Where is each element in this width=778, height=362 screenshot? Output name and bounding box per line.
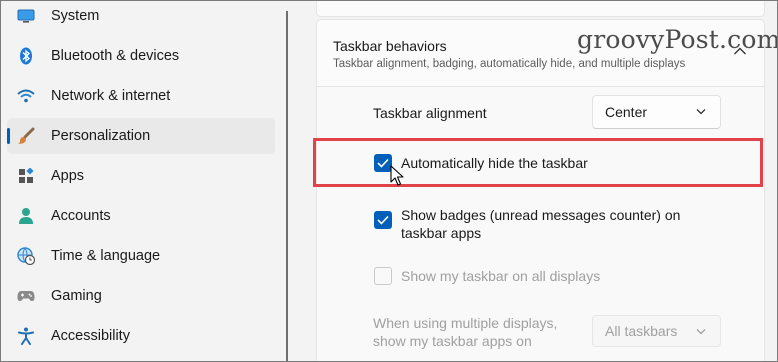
sidebar-item-label: Gaming	[51, 288, 102, 304]
selected-indicator	[7, 128, 10, 144]
sidebar-item-label: Personalization	[51, 128, 151, 144]
chevron-down-icon	[696, 109, 706, 115]
previous-card	[316, 1, 765, 17]
show-badges-label-line2: taskbar apps	[401, 225, 482, 241]
multi-display-label: When using multiple displays,	[373, 315, 558, 331]
sidebar-item-accessibility[interactable]: Accessibility	[7, 318, 275, 354]
sidebar-item-label: Apps	[51, 168, 85, 184]
highlight-box	[313, 138, 763, 187]
sidebar-item-personalization[interactable]: Personalization	[7, 118, 275, 154]
monitor-icon	[17, 7, 35, 25]
taskbar-alignment-dropdown[interactable]: Center	[592, 95, 721, 129]
sidebar-item-label: Time & language	[51, 248, 161, 264]
taskbar-alignment-label: Taskbar alignment	[373, 105, 487, 121]
bluetooth-icon	[17, 47, 35, 65]
wifi-icon	[17, 87, 35, 105]
sidebar-item-label: Bluetooth & devices	[51, 48, 180, 64]
all-displays-label: Show my taskbar on all displays	[401, 268, 601, 284]
paintbrush-icon	[17, 127, 35, 145]
apps-icon	[17, 167, 35, 185]
sidebar-item-apps[interactable]: Apps	[7, 158, 275, 194]
sidebar-item-label: Accessibility	[51, 328, 130, 344]
dropdown-value: All taskbars	[605, 323, 678, 339]
all-displays-checkbox[interactable]	[374, 267, 392, 285]
sidebar-item-bluetooth[interactable]: Bluetooth & devices	[7, 38, 275, 74]
sidebar-item-gaming[interactable]: Gaming	[7, 278, 275, 314]
checkmark-icon	[377, 215, 389, 225]
sidebar-divider	[286, 11, 288, 361]
multi-display-label-line2: show my taskbar apps on	[373, 333, 532, 349]
sidebar-item-system[interactable]: System	[7, 1, 275, 34]
person-icon	[17, 207, 35, 225]
sidebar-item-label: Network & internet	[51, 88, 171, 104]
sidebar-item-label: Accounts	[51, 208, 111, 224]
sidebar: System Bluetooth & devices Network & int…	[1, 1, 286, 361]
cursor-arrow-icon	[390, 165, 404, 186]
sidebar-item-time-language[interactable]: Time & language	[7, 238, 275, 274]
show-badges-checkbox[interactable]	[374, 211, 392, 229]
settings-window: System Bluetooth & devices Network & int…	[0, 0, 778, 362]
section-subtitle: Taskbar alignment, badging, automaticall…	[333, 58, 686, 70]
taskbar-behaviors-card: Taskbar behaviors Taskbar alignment, bad…	[316, 19, 765, 361]
sidebar-item-label: System	[51, 8, 100, 24]
gamepad-icon	[17, 287, 35, 305]
show-badges-label: Show badges (unread messages counter) on	[401, 207, 681, 223]
multi-display-dropdown[interactable]: All taskbars	[592, 315, 721, 347]
sidebar-item-network[interactable]: Network & internet	[7, 78, 275, 114]
globe-clock-icon	[17, 247, 35, 265]
dropdown-value: Center	[605, 104, 648, 120]
watermark: groovyPost.com	[577, 25, 778, 54]
chevron-down-icon	[696, 329, 706, 335]
section-title: Taskbar behaviors	[333, 38, 447, 54]
sidebar-item-accounts[interactable]: Accounts	[7, 198, 275, 234]
accessibility-icon	[17, 327, 35, 345]
